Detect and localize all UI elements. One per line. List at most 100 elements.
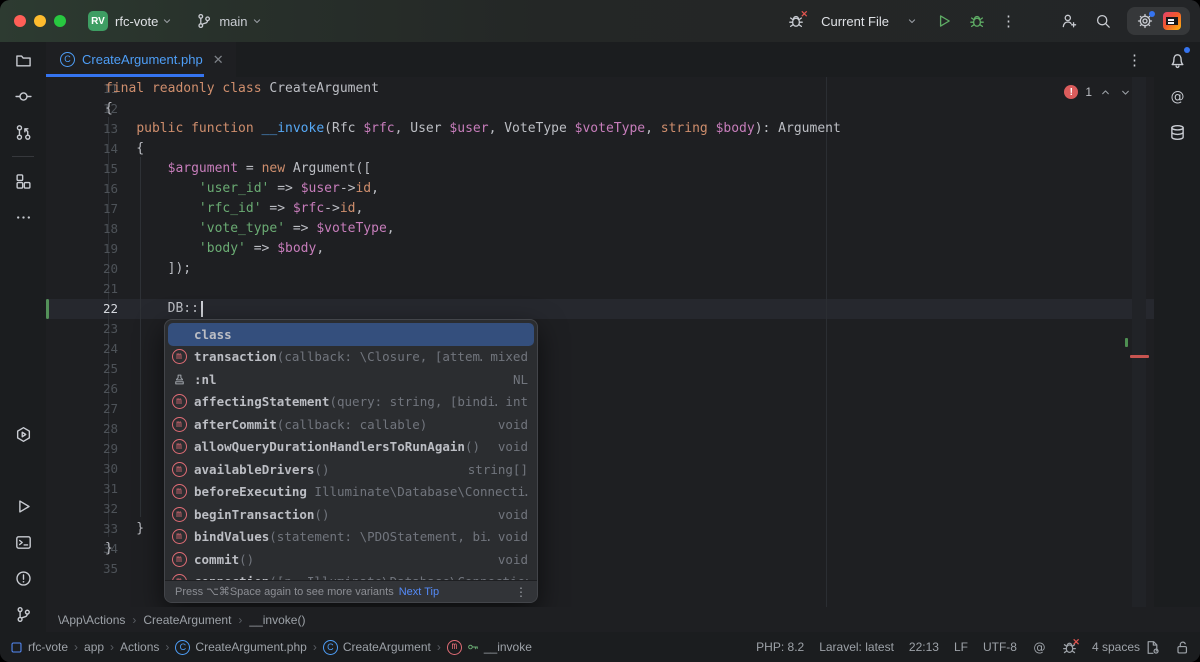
search-everywhere-icon[interactable]: [1094, 13, 1111, 30]
status-widget[interactable]: PHP: 8.2: [756, 640, 804, 654]
settings-gear-icon[interactable]: [1136, 13, 1153, 30]
method-icon: m: [172, 349, 187, 364]
indent-label: 4 spaces: [1092, 640, 1140, 654]
run-button[interactable]: [935, 13, 952, 30]
method-icon: m: [172, 529, 187, 544]
window-controls: [14, 15, 66, 27]
footer-menu-icon[interactable]: ⋮: [515, 585, 527, 599]
git-branch-icon: [196, 13, 212, 29]
text-caret: [201, 301, 203, 317]
error-stripe-mark[interactable]: [1130, 355, 1149, 358]
code-editor[interactable]: 1112131415161718192021222324252627282930…: [46, 77, 1154, 607]
completion-signature: (query: string, [bindi…: [329, 394, 497, 409]
breadcrumb-separator: ›: [132, 613, 136, 627]
project-folder-icon[interactable]: [8, 45, 38, 75]
code-line: 'user_id' => $user->id,: [105, 179, 1154, 199]
debug-tool-icon[interactable]: undefined: [8, 455, 38, 485]
completion-item[interactable]: maffectingStatement(query: string, [bind…: [165, 391, 537, 414]
completion-item[interactable]: class: [168, 323, 534, 346]
structure-icon[interactable]: [8, 166, 38, 196]
ai-assistant-status-icon[interactable]: @: [1032, 640, 1047, 655]
completion-name: afterCommit: [194, 417, 277, 432]
completion-return-type: void: [490, 529, 528, 544]
version-control-icon[interactable]: [8, 599, 38, 629]
scrollbar-error-stripe[interactable]: [1132, 77, 1146, 607]
completion-signature: (): [465, 439, 480, 454]
next-tip-link[interactable]: Next Tip: [399, 586, 439, 598]
status-widget[interactable]: Laravel: latest: [819, 640, 894, 654]
completion-item[interactable]: mconnection([n… Illuminate\Database\Conn…: [165, 571, 537, 581]
tab-options-icon[interactable]: ⋮: [1127, 51, 1142, 69]
completion-name: beginTransaction: [194, 507, 314, 522]
debug-disabled-icon[interactable]: ✕: [787, 12, 805, 30]
status-breadcrumb-item[interactable]: rfc-vote: [10, 640, 68, 654]
completion-popup: classmtransaction(callback: \Closure, [a…: [164, 319, 538, 603]
completion-item[interactable]: mafterCommit(callback: callable)void: [165, 413, 537, 436]
code-line: 'vote_type' => $voteType,: [105, 219, 1154, 239]
completion-return-type: mixed: [482, 349, 528, 364]
more-tools-icon[interactable]: [8, 202, 38, 232]
commit-icon[interactable]: [8, 81, 38, 111]
debug-button[interactable]: [968, 13, 985, 30]
completion-item[interactable]: mallowQueryDurationHandlersToRunAgain()v…: [165, 436, 537, 459]
status-breadcrumb-label: Actions: [120, 640, 159, 654]
run-configuration-selector[interactable]: Current File: [821, 14, 919, 29]
context-breadcrumb-item[interactable]: \App\Actions: [58, 613, 125, 627]
next-problem-icon[interactable]: [1119, 86, 1132, 99]
indent-config[interactable]: 4 spaces: [1092, 640, 1160, 655]
status-widget[interactable]: 22:13: [909, 640, 939, 654]
branch-selector[interactable]: main: [196, 13, 263, 29]
status-breadcrumb-item[interactable]: CCreateArgument.php: [175, 640, 306, 655]
completion-return-type: string[]: [460, 462, 528, 477]
completion-item[interactable]: mavailableDrivers()string[]: [165, 458, 537, 481]
status-breadcrumb-item[interactable]: CCreateArgument: [323, 640, 431, 655]
status-widget[interactable]: LF: [954, 640, 968, 654]
completion-item[interactable]: mtransaction(callback: \Closure, [attem……: [165, 346, 537, 369]
debug-disabled-status-icon[interactable]: ✕: [1062, 640, 1077, 655]
phpstorm-icon[interactable]: [1163, 12, 1181, 30]
completion-item[interactable]: mbeforeExecuting Illuminate\Database\Con…: [165, 481, 537, 504]
close-tab-icon[interactable]: ✕: [213, 53, 224, 66]
completion-item[interactable]: mbindValues(statement: \PDOStatement, bi…: [165, 526, 537, 549]
status-bar: rfc-vote›app›Actions›CCreateArgument.php…: [0, 632, 1200, 662]
minimize-window-button[interactable]: [34, 15, 46, 27]
method-icon: m: [172, 574, 187, 580]
completion-item[interactable]: :nlNL: [165, 368, 537, 391]
inspections-widget[interactable]: ! 1: [1064, 85, 1132, 99]
code-with-me-icon[interactable]: [1060, 12, 1078, 30]
status-breadcrumb-item[interactable]: Actions: [120, 640, 159, 654]
problems-icon[interactable]: [8, 563, 38, 593]
code-line: $argument = new Argument([: [105, 159, 1154, 179]
completion-name: allowQueryDurationHandlersToRunAgain: [194, 439, 465, 454]
project-selector[interactable]: rfc-vote: [108, 14, 174, 29]
ai-assistant-icon[interactable]: @: [1162, 81, 1192, 111]
notifications-icon[interactable]: [1162, 45, 1192, 75]
breadcrumb-separator: ›: [313, 640, 317, 654]
completion-name: transaction: [194, 349, 277, 364]
close-window-button[interactable]: [14, 15, 26, 27]
completion-signature: (): [314, 507, 329, 522]
status-breadcrumb-label: CreateArgument.php: [195, 640, 306, 654]
completion-item[interactable]: mbeginTransaction()void: [165, 503, 537, 526]
completion-name: class: [194, 327, 232, 342]
status-breadcrumb-item[interactable]: m__invoke: [447, 640, 532, 655]
unlocked-icon[interactable]: [1175, 640, 1190, 655]
status-breadcrumb-label: __invoke: [484, 640, 532, 654]
more-actions-icon[interactable]: ⋮: [1001, 14, 1016, 29]
code-line: [105, 279, 1154, 299]
pull-requests-icon[interactable]: [8, 117, 38, 147]
tab-createargument-php[interactable]: C CreateArgument.php ✕: [46, 42, 236, 77]
status-widget[interactable]: UTF-8: [983, 640, 1017, 654]
zoom-window-button[interactable]: [54, 15, 66, 27]
services-icon[interactable]: [8, 419, 38, 449]
completion-return-type: NL: [505, 372, 528, 387]
run-tool-icon[interactable]: [8, 491, 38, 521]
svg-text:@: @: [1033, 640, 1045, 654]
terminal-icon[interactable]: [8, 527, 38, 557]
context-breadcrumb-item[interactable]: CreateArgument: [143, 613, 231, 627]
context-breadcrumb-item[interactable]: __invoke(): [249, 613, 305, 627]
completion-item[interactable]: mcommit()void: [165, 548, 537, 571]
database-icon[interactable]: [1162, 117, 1192, 147]
prev-problem-icon[interactable]: [1099, 86, 1112, 99]
status-breadcrumb-item[interactable]: app: [84, 640, 104, 654]
